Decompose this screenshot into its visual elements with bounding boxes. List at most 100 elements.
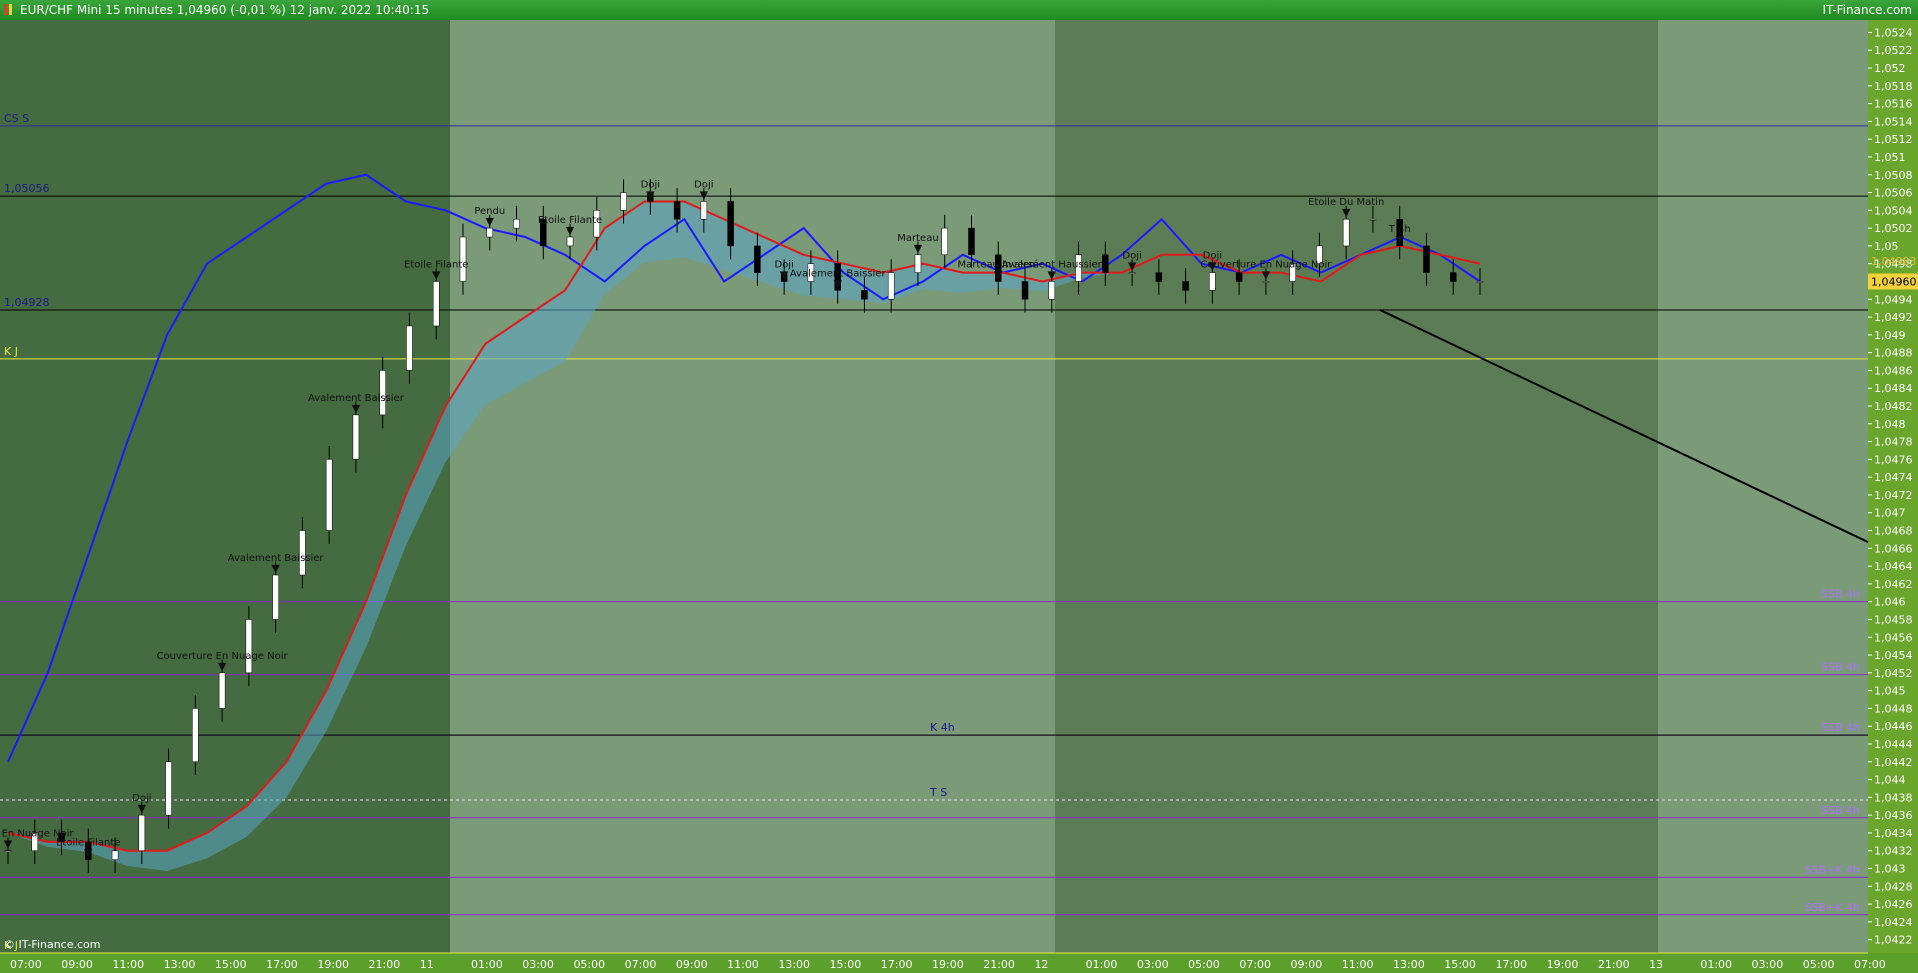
x-tick-label: 21:00 xyxy=(369,958,401,971)
candle-body xyxy=(432,281,440,327)
candle-annotation: Marteau Inversé xyxy=(958,258,1039,270)
candle-body xyxy=(325,459,333,531)
legend-item-ichimoku[interactable]: Ichimoku (9 26 52) xyxy=(39,21,161,39)
trend-line xyxy=(1379,309,1869,543)
candle-annotation: Doji xyxy=(1203,251,1222,262)
candle-annotation: Doji xyxy=(641,179,660,190)
candle-body xyxy=(1048,281,1056,300)
candle-body xyxy=(111,850,119,860)
candle-body xyxy=(85,841,92,860)
y-tick-label: 1,0506 xyxy=(1874,187,1913,200)
legend-label: Chandeliers & Stochastiques (14 5 80 20 … xyxy=(174,23,481,36)
candle-annotation: Avalement Haussier xyxy=(1002,259,1103,270)
y-tick-label: 1,0518 xyxy=(1874,80,1913,93)
x-tick-label: 17:00 xyxy=(266,958,298,971)
y-tick-label: 1,0456 xyxy=(1874,631,1913,644)
down-arrow-icon: ▼ xyxy=(1208,260,1217,273)
candle-annotation: Pendu xyxy=(474,206,505,217)
x-tick-label: 01:00 xyxy=(1086,958,1118,971)
price-axis-panel xyxy=(1868,20,1918,973)
y-tick-label: 1,0508 xyxy=(1874,169,1913,182)
level-label: SSB 4h xyxy=(1821,588,1860,601)
y-tick-label: 1,044 xyxy=(1874,774,1906,787)
y-tick-label: 1,0462 xyxy=(1874,578,1913,591)
x-tick-label: 17:00 xyxy=(881,958,913,971)
y-tick-label: 1,0492 xyxy=(1874,311,1913,324)
candle-body xyxy=(914,254,922,273)
candle-body xyxy=(192,708,199,763)
y-tick-label: 1,0472 xyxy=(1874,489,1913,502)
candle-body xyxy=(1289,263,1296,282)
y-tick-label: 1,0428 xyxy=(1874,880,1913,893)
candle-body xyxy=(1182,281,1189,291)
x-tick-label: 01:00 xyxy=(1700,958,1732,971)
candle-body xyxy=(780,272,788,282)
y-tick-label: 1,0448 xyxy=(1874,702,1913,715)
candle-body xyxy=(245,619,253,674)
y-tick-label: 1,0454 xyxy=(1874,649,1913,662)
candle-body xyxy=(486,227,493,238)
y-tick-label: 1,0474 xyxy=(1874,471,1913,484)
down-arrow-icon: ▼ xyxy=(833,277,842,290)
legend-item-chandeliers[interactable]: Chandeliers & Stochastiques (14 5 80 20 … xyxy=(162,21,486,39)
down-arrow-icon: ▼ xyxy=(646,188,655,201)
y-tick-label: 1,0436 xyxy=(1874,809,1913,822)
candle-body xyxy=(58,832,65,843)
y-tick-label: 1,05 xyxy=(1874,240,1899,253)
y-tick-label: 1,049 xyxy=(1874,329,1906,342)
x-tick-label: 15:00 xyxy=(1444,958,1476,971)
candle-body xyxy=(887,272,895,300)
candle-body xyxy=(647,192,654,202)
x-tick-label: 07:00 xyxy=(1239,958,1271,971)
candle-body xyxy=(1396,218,1403,247)
y-tick-label: 1,0426 xyxy=(1874,898,1913,911)
candle-body xyxy=(1342,218,1350,247)
indicator-legend: Prix Ichimoku (9 26 52) Chandeliers & St… xyxy=(0,21,486,39)
candle-annotation: Marteau xyxy=(897,233,938,244)
y-tick-label: 1,048 xyxy=(1874,418,1906,431)
x-tick-label: 09:00 xyxy=(61,958,93,971)
x-tick-label: 05:00 xyxy=(1803,958,1835,971)
candle-body xyxy=(593,210,601,238)
x-tick-label: 09:00 xyxy=(1291,958,1323,971)
candle-body xyxy=(1235,272,1243,282)
y-tick-label: 1,045 xyxy=(1874,685,1906,698)
candle-body xyxy=(1209,272,1216,291)
y-tick-label: 1,0468 xyxy=(1874,525,1913,538)
level-label: SSB+K 4h xyxy=(1805,901,1860,914)
y-tick-label: 1,0438 xyxy=(1874,791,1913,804)
legend-item-prix[interactable]: Prix xyxy=(0,21,38,39)
x-tick-label: 13:00 xyxy=(1393,958,1425,971)
candle-body xyxy=(1102,254,1109,273)
down-arrow-icon: ▼ xyxy=(138,802,147,815)
y-tick-label: 1,046 xyxy=(1874,596,1906,609)
y-tick-label: 1,0464 xyxy=(1874,560,1913,573)
candle-body xyxy=(272,574,279,620)
y-tick-label: 1,0488 xyxy=(1874,347,1913,360)
last-price-label: 1,04960 xyxy=(1871,275,1917,288)
candle-annotation: Etoile Filante xyxy=(538,215,602,226)
y-tick-label: 1,052 xyxy=(1874,62,1906,75)
kijun-line xyxy=(7,200,1481,852)
down-arrow-icon: ▼ xyxy=(271,562,280,575)
candle-body xyxy=(995,254,1002,282)
candle-annotation: Couverture En Nuage Noir xyxy=(0,829,74,840)
down-arrow-icon: ▼ xyxy=(1128,260,1137,273)
level-label: 1,05056 xyxy=(4,182,50,195)
down-arrow-icon: ▼ xyxy=(84,847,93,860)
x-tick-label: 09:00 xyxy=(676,958,708,971)
x-tick-label: 11:00 xyxy=(1342,958,1374,971)
y-tick-label: 1,0466 xyxy=(1874,542,1913,555)
y-tick-label: 1,0432 xyxy=(1874,845,1913,858)
candle-body xyxy=(1262,281,1270,283)
x-tick-label: 19:00 xyxy=(1547,958,1579,971)
y-tick-label: 1,0512 xyxy=(1874,133,1913,146)
brand-label: IT-Finance.com xyxy=(1822,3,1912,17)
price-chart[interactable]: CS S 1,05056 1,04928 K J SSB 4h SSB 4h SSB 4h K… xyxy=(0,0,1918,973)
y-tick-label: 1,0486 xyxy=(1874,364,1913,377)
candle-body xyxy=(352,414,360,460)
down-arrow-icon: ▼ xyxy=(432,268,441,281)
x-tick-label: 19:00 xyxy=(317,958,349,971)
x-tick-label: 21:00 xyxy=(1598,958,1630,971)
candle-body xyxy=(1476,281,1484,283)
